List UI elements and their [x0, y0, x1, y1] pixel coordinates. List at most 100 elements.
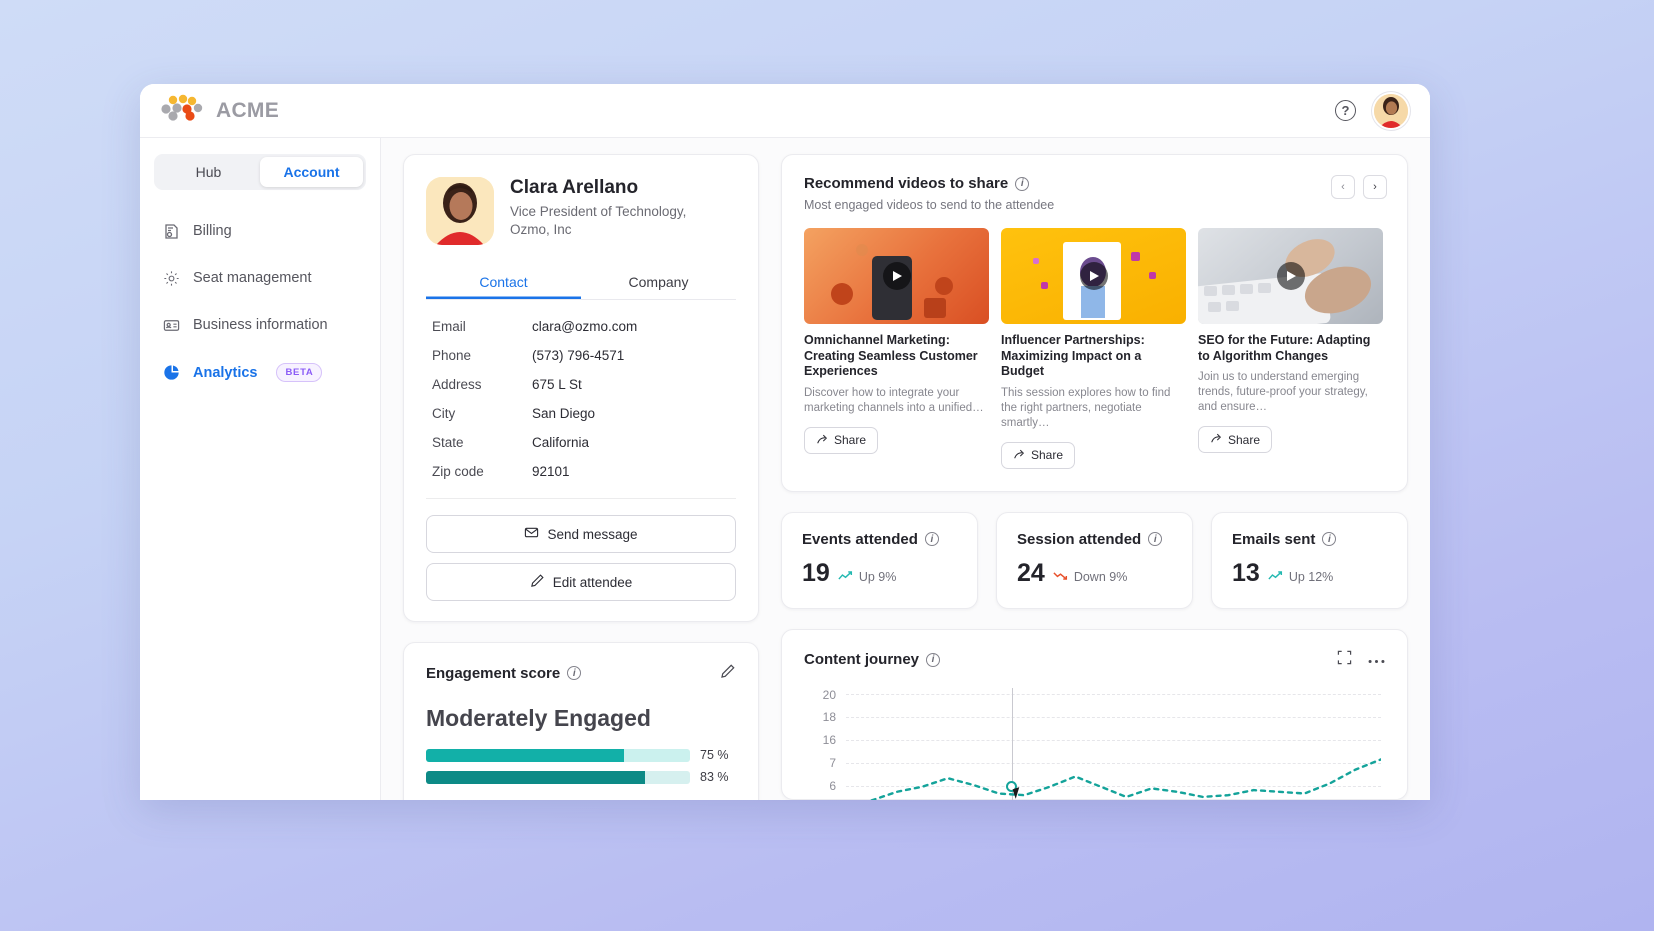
video-description: This session explores how to find the ri… — [1001, 386, 1186, 431]
right-column: Recommend videos to share i Most engaged… — [781, 154, 1408, 800]
engagement-title-group: Engagement score i — [426, 665, 581, 682]
field-value: California — [532, 435, 589, 450]
edit-attendee-label: Edit attendee — [553, 575, 633, 590]
field-label: Zip code — [432, 464, 532, 479]
avatar — [426, 177, 494, 245]
play-icon[interactable] — [883, 262, 911, 290]
user-avatar[interactable] — [1374, 94, 1408, 128]
chart-title: Content journey — [804, 651, 919, 668]
tab-company[interactable]: Company — [581, 265, 736, 299]
chart-title-group: Content journey i — [804, 651, 940, 668]
field-value: (573) 796-4571 — [532, 348, 624, 363]
stat-card-events-attended: Events attended i 19 U — [781, 512, 978, 609]
field-row-email: Email clara@ozmo.com — [426, 312, 736, 341]
ellipsis-icon[interactable] — [1368, 651, 1385, 669]
sidebar-item-business-information[interactable]: Business information — [154, 306, 366, 344]
engagement-bar-row-2: 83 % — [426, 770, 736, 784]
list-item[interactable]: SEO for the Future: Adapting to Algorith… — [1198, 228, 1383, 469]
info-icon[interactable]: i — [925, 532, 939, 546]
stat-value-row: 19 Up 9% — [802, 559, 957, 588]
send-message-button[interactable]: Send message — [426, 515, 736, 553]
info-icon[interactable]: i — [1322, 532, 1336, 546]
info-icon[interactable]: i — [1148, 532, 1162, 546]
help-circle-icon[interactable]: ? — [1335, 100, 1356, 121]
top-bar-actions: ? — [1335, 94, 1408, 128]
sidebar-item-seat-management[interactable]: Seat management — [154, 259, 366, 297]
edit-attendee-button[interactable]: Edit attendee — [426, 563, 736, 601]
share-button[interactable]: Share — [1198, 426, 1272, 453]
contact-card: Clara Arellano Vice President of Technol… — [403, 154, 759, 622]
main-content: Clara Arellano Vice President of Technol… — [381, 138, 1430, 800]
segment-hub[interactable]: Hub — [157, 157, 260, 187]
sidebar-item-analytics[interactable]: Analytics BETA — [154, 353, 366, 392]
stat-value: 13 — [1232, 559, 1260, 588]
info-icon[interactable]: i — [567, 666, 581, 680]
field-row-city: City San Diego — [426, 399, 736, 428]
engagement-bar-row-1: 75 % — [426, 748, 736, 762]
engagement-headline: Moderately Engaged — [426, 705, 736, 732]
videos-title: Recommend videos to share — [804, 175, 1008, 192]
segment-account[interactable]: Account — [260, 157, 363, 187]
sidebar-item-label: Analytics — [193, 365, 257, 381]
progress-track — [426, 771, 690, 784]
video-thumbnail[interactable] — [804, 228, 989, 324]
info-icon[interactable]: i — [1015, 177, 1029, 191]
hub-account-toggle: Hub Account — [154, 154, 366, 190]
video-title: Omnichannel Marketing: Creating Seamless… — [804, 333, 989, 380]
field-value: clara@ozmo.com — [532, 319, 637, 334]
share-label: Share — [1031, 448, 1063, 462]
sidebar-item-label: Business information — [193, 317, 328, 333]
share-button[interactable]: Share — [804, 427, 878, 454]
content-journey-card: Content journey i — [781, 629, 1408, 800]
envelope-icon — [524, 525, 539, 543]
field-value: 675 L St — [532, 377, 582, 392]
share-button[interactable]: Share — [1001, 442, 1075, 469]
sidebar-item-label: Billing — [193, 223, 232, 239]
trend-label: Up 12% — [1289, 570, 1333, 584]
list-item[interactable]: Omnichannel Marketing: Creating Seamless… — [804, 228, 989, 469]
share-label: Share — [834, 433, 866, 447]
trend-down-icon — [1053, 570, 1069, 584]
sidebar-item-billing[interactable]: Billing — [154, 212, 366, 250]
contact-tabs: Contact Company — [426, 265, 736, 300]
video-description: Join us to understand emerging trends, f… — [1198, 370, 1383, 415]
stat-value-row: 24 Down 9% — [1017, 559, 1172, 588]
stat-title: Session attended — [1017, 531, 1141, 548]
expand-icon[interactable] — [1337, 650, 1352, 670]
videos-header: Recommend videos to share i Most engaged… — [804, 175, 1387, 212]
carousel-next-button[interactable]: › — [1363, 175, 1387, 199]
play-icon[interactable] — [1277, 262, 1305, 290]
field-label: City — [432, 406, 532, 421]
trend-up-icon — [838, 570, 854, 584]
pencil-icon — [530, 573, 545, 591]
trend-label: Up 9% — [859, 570, 897, 584]
brand[interactable]: ACME — [160, 94, 279, 127]
y-tick: 6 — [829, 779, 836, 793]
stat-title: Events attended — [802, 531, 918, 548]
contact-fields: Email clara@ozmo.com Phone (573) 796-457… — [426, 300, 736, 486]
stat-card-session-attended: Session attended i 24 — [996, 512, 1193, 609]
progress-track — [426, 749, 690, 762]
list-item[interactable]: Influencer Partnerships: Maximizing Impa… — [1001, 228, 1186, 469]
progress-percent: 83 % — [700, 770, 736, 784]
tab-contact[interactable]: Contact — [426, 265, 581, 299]
recommend-videos-card: Recommend videos to share i Most engaged… — [781, 154, 1408, 492]
contact-name: Clara Arellano — [510, 177, 686, 199]
acme-logo-icon — [160, 94, 204, 127]
share-icon — [1210, 432, 1222, 447]
play-icon[interactable] — [1080, 262, 1108, 290]
pencil-icon[interactable] — [720, 663, 736, 683]
y-axis-labels: 20 18 16 7 6 5 — [804, 688, 836, 800]
videos-subtitle: Most engaged videos to send to the atten… — [804, 198, 1054, 212]
video-thumbnail[interactable] — [1001, 228, 1186, 324]
stat-value-row: 13 Up 12% — [1232, 559, 1387, 588]
video-thumbnail[interactable] — [1198, 228, 1383, 324]
stat-card-emails-sent: Emails sent i 13 Up 12 — [1211, 512, 1408, 609]
carousel-prev-button[interactable]: ‹ — [1331, 175, 1355, 199]
video-title: SEO for the Future: Adapting to Algorith… — [1198, 333, 1383, 364]
info-icon[interactable]: i — [926, 653, 940, 667]
stats-row: Events attended i 19 U — [781, 512, 1408, 609]
trend-up-icon — [1268, 570, 1284, 584]
receipt-icon — [162, 222, 180, 240]
contact-header: Clara Arellano Vice President of Technol… — [426, 177, 736, 245]
